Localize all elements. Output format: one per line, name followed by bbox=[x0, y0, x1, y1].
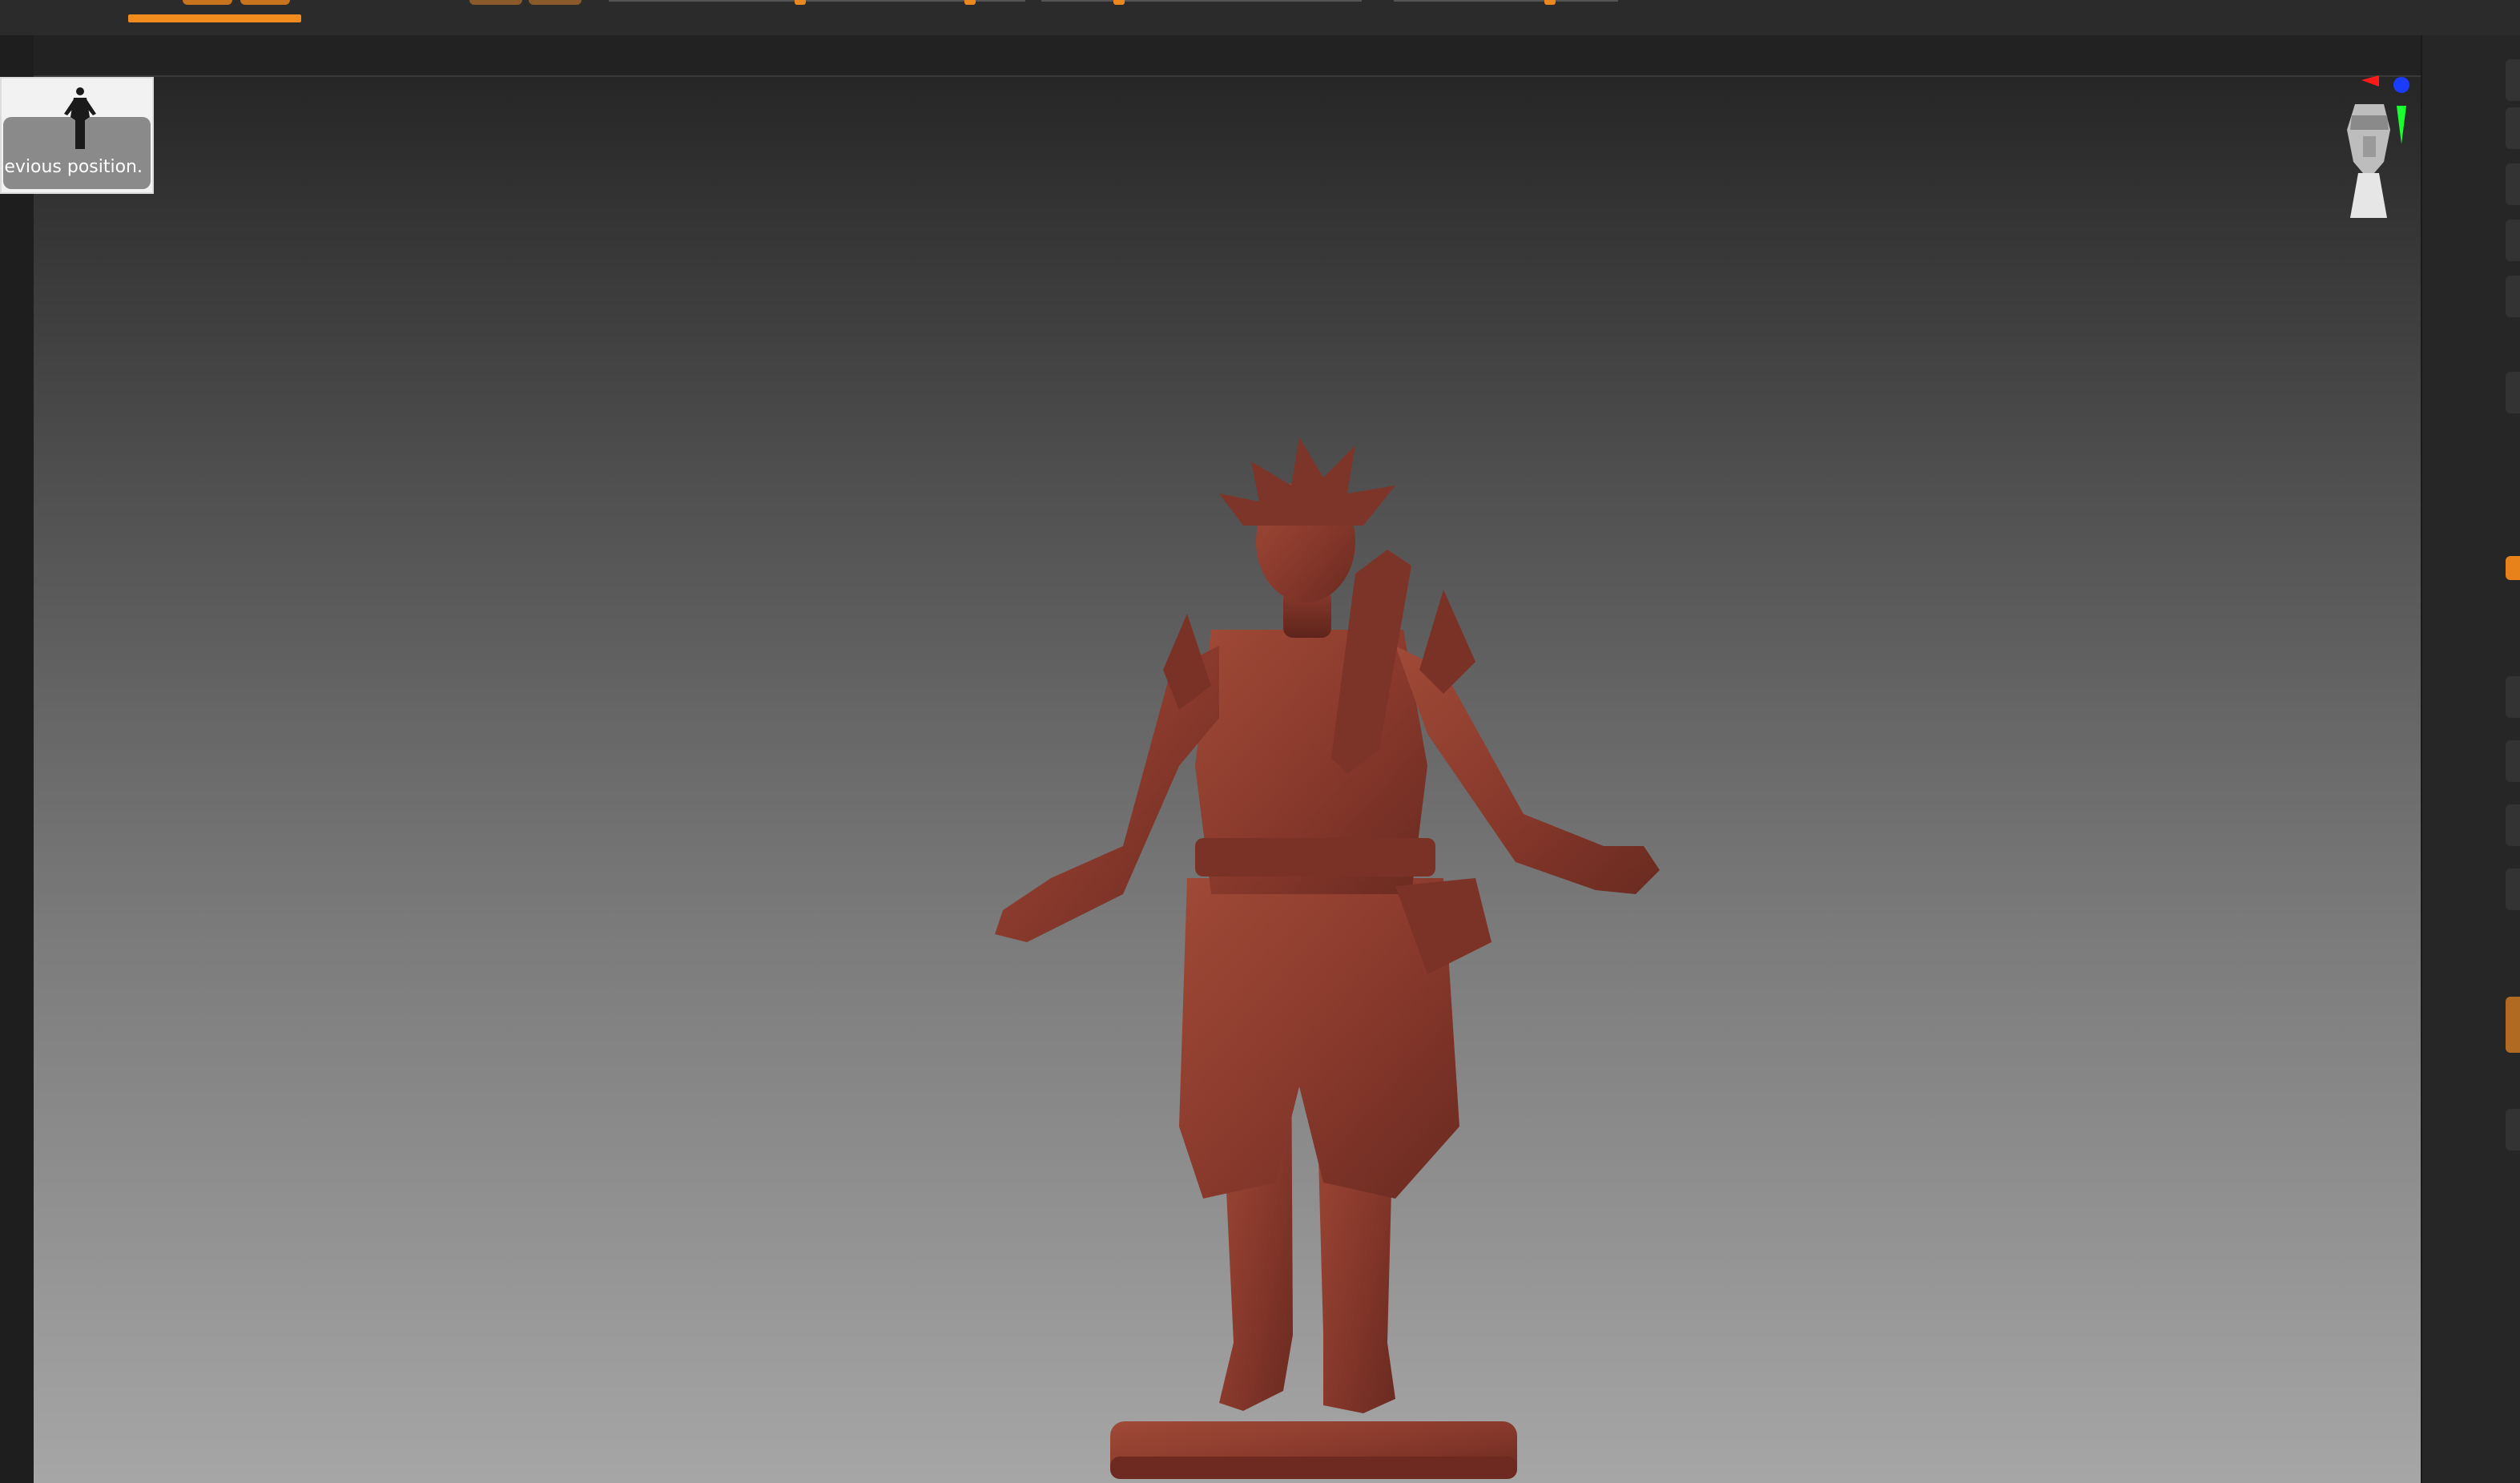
toolbar-button[interactable] bbox=[469, 0, 522, 5]
left-tray bbox=[0, 35, 34, 1483]
slider-track bbox=[1041, 0, 1362, 2]
shelf-button[interactable] bbox=[2506, 804, 2520, 846]
toolbar-button[interactable] bbox=[183, 0, 232, 5]
shelf-button[interactable] bbox=[2506, 59, 2520, 101]
shelf-button[interactable] bbox=[2506, 740, 2520, 782]
figure-icon bbox=[64, 87, 96, 149]
slider-track bbox=[1394, 0, 1618, 2]
shelf-button[interactable] bbox=[2506, 220, 2520, 261]
shelf-button[interactable] bbox=[2506, 676, 2520, 718]
y-axis-arrow[interactable] bbox=[2397, 106, 2406, 144]
slider-handle[interactable] bbox=[795, 0, 806, 5]
shelf-button[interactable] bbox=[2506, 868, 2520, 910]
shelf-button[interactable] bbox=[2506, 276, 2520, 317]
shelf-button[interactable] bbox=[2506, 1109, 2520, 1151]
slider-handle[interactable] bbox=[1544, 0, 1556, 5]
document-viewport[interactable] bbox=[34, 77, 2421, 1483]
active-tab-indicator bbox=[128, 14, 301, 22]
shelf-button[interactable] bbox=[2506, 372, 2520, 413]
top-toolbar bbox=[0, 0, 2520, 36]
toolbar-button[interactable] bbox=[240, 0, 290, 5]
sculpt-model[interactable] bbox=[979, 429, 1700, 1483]
slider-handle[interactable] bbox=[964, 0, 976, 5]
shelf-button[interactable] bbox=[2506, 107, 2520, 149]
x-axis-arrow[interactable] bbox=[2361, 75, 2379, 87]
canvas-header bbox=[34, 35, 2421, 77]
head-navigation-icon[interactable] bbox=[2323, 74, 2419, 234]
tooltip-popup: evious position. bbox=[0, 77, 154, 194]
shelf-button[interactable] bbox=[2506, 163, 2520, 205]
z-axis-handle[interactable] bbox=[2393, 77, 2409, 93]
toolbar-button[interactable] bbox=[529, 0, 582, 5]
shelf-button-active[interactable] bbox=[2506, 556, 2520, 580]
tooltip-text: evious position. bbox=[4, 157, 143, 177]
slider-track bbox=[609, 0, 1025, 2]
shelf-button-highlighted[interactable] bbox=[2506, 997, 2520, 1053]
right-shelf bbox=[2421, 35, 2520, 1483]
slider-handle[interactable] bbox=[1113, 0, 1125, 5]
